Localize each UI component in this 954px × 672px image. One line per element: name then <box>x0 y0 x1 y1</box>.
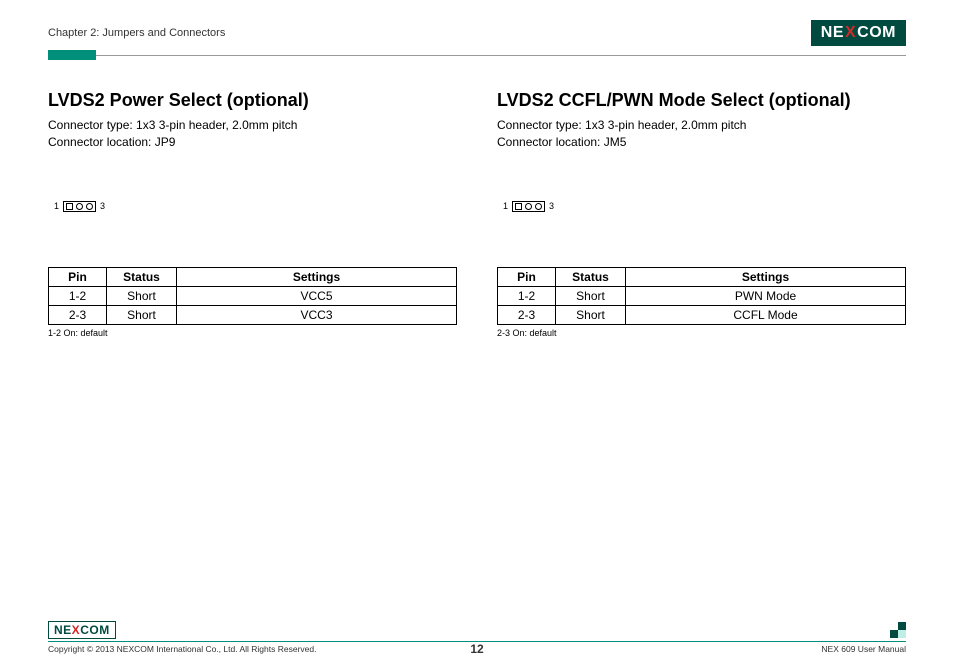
footer-page-number: 12 <box>48 642 906 656</box>
pin-circle-icon <box>535 203 542 210</box>
right-conn-type: Connector type: 1x3 3-pin header, 2.0mm … <box>497 117 906 134</box>
logo-x: X <box>845 24 856 42</box>
right-settings-table: Pin Status Settings 1-2 Short PWN Mode 2… <box>497 267 906 325</box>
right-column: LVDS2 CCFL/PWN Mode Select (optional) Co… <box>497 90 906 338</box>
right-connector-info: Connector type: 1x3 3-pin header, 2.0mm … <box>497 117 906 151</box>
footer-squares-icon <box>890 622 906 638</box>
th-status: Status <box>556 267 626 286</box>
th-settings: Settings <box>177 267 457 286</box>
right-pin-frame <box>512 201 545 212</box>
th-status: Status <box>107 267 177 286</box>
chapter-title: Chapter 2: Jumpers and Connectors <box>48 27 225 39</box>
pin-square-icon <box>515 203 522 210</box>
pin-circle-icon <box>525 203 532 210</box>
left-pin-diagram: 1 3 <box>54 201 457 212</box>
pin-square-icon <box>66 203 73 210</box>
td-pin: 1-2 <box>49 286 107 305</box>
page-footer: NEXCOM Copyright © 2013 NEXCOM Internati… <box>48 621 906 654</box>
table-row: 1-2 Short PWN Mode <box>498 286 906 305</box>
pin-circle-icon <box>86 203 93 210</box>
logo-post: COM <box>80 623 110 637</box>
left-connector-info: Connector type: 1x3 3-pin header, 2.0mm … <box>48 117 457 151</box>
table-row: 2-3 Short VCC3 <box>49 305 457 324</box>
td-pin: 2-3 <box>49 305 107 324</box>
th-settings: Settings <box>626 267 906 286</box>
th-pin: Pin <box>498 267 556 286</box>
logo-pre: NE <box>54 623 72 637</box>
td-settings: CCFL Mode <box>626 305 906 324</box>
footer-logo: NEXCOM <box>48 621 116 639</box>
right-conn-loc: Connector location: JM5 <box>497 134 906 151</box>
td-settings: VCC5 <box>177 286 457 305</box>
right-default-note: 2-3 On: default <box>497 328 906 338</box>
left-column: LVDS2 Power Select (optional) Connector … <box>48 90 457 338</box>
table-row: 1-2 Short VCC5 <box>49 286 457 305</box>
left-pin-frame <box>63 201 96 212</box>
left-pin-label-3: 3 <box>100 201 105 211</box>
td-settings: PWN Mode <box>626 286 906 305</box>
right-pin-label-3: 3 <box>549 201 554 211</box>
left-default-note: 1-2 On: default <box>48 328 457 338</box>
td-pin: 2-3 <box>498 305 556 324</box>
td-pin: 1-2 <box>498 286 556 305</box>
td-status: Short <box>556 286 626 305</box>
left-conn-type: Connector type: 1x3 3-pin header, 2.0mm … <box>48 117 457 134</box>
td-settings: VCC3 <box>177 305 457 324</box>
pin-circle-icon <box>76 203 83 210</box>
right-pin-label-1: 1 <box>503 201 508 211</box>
nexcom-logo: NEXCOM <box>811 20 906 46</box>
right-section-title: LVDS2 CCFL/PWN Mode Select (optional) <box>497 90 906 111</box>
left-pin-label-1: 1 <box>54 201 59 211</box>
header-rule <box>48 50 906 60</box>
left-section-title: LVDS2 Power Select (optional) <box>48 90 457 111</box>
th-pin: Pin <box>49 267 107 286</box>
logo-pre: NE <box>821 24 844 42</box>
logo-x: X <box>72 623 81 637</box>
td-status: Short <box>556 305 626 324</box>
td-status: Short <box>107 286 177 305</box>
left-conn-loc: Connector location: JP9 <box>48 134 457 151</box>
left-settings-table: Pin Status Settings 1-2 Short VCC5 2-3 S… <box>48 267 457 325</box>
table-row: 2-3 Short CCFL Mode <box>498 305 906 324</box>
logo-post: COM <box>857 24 896 42</box>
right-pin-diagram: 1 3 <box>503 201 906 212</box>
td-status: Short <box>107 305 177 324</box>
